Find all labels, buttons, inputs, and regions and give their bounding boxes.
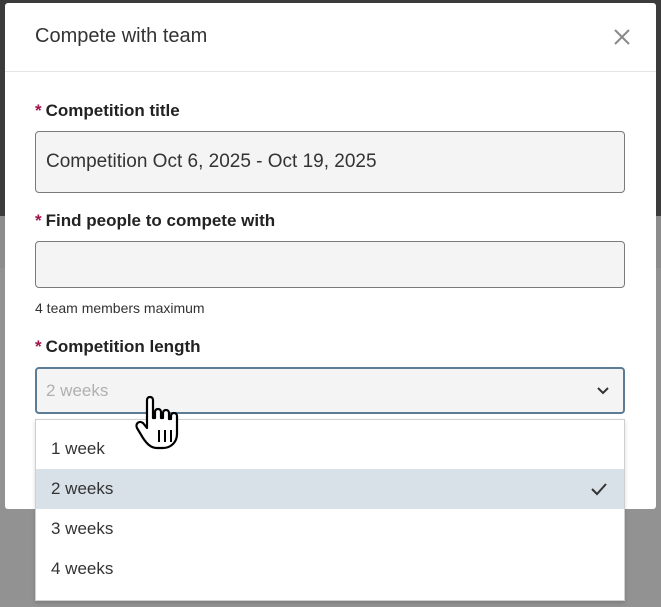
competition-length-select[interactable]: 2 weeks xyxy=(35,367,625,414)
select-placeholder: 2 weeks xyxy=(46,380,109,400)
team-members-helper: 4 team members maximum xyxy=(35,300,205,316)
competition-title-label-text: Competition title xyxy=(45,101,180,120)
competition-title-input[interactable]: Competition Oct 6, 2025 - Oct 19, 2025 xyxy=(35,131,625,193)
hand-cursor-icon xyxy=(135,394,189,457)
find-people-input[interactable] xyxy=(35,241,625,288)
required-marker: * xyxy=(35,337,42,356)
close-icon[interactable] xyxy=(608,23,636,51)
checkmark-icon xyxy=(590,481,608,502)
option-3-weeks[interactable]: 3 weeks xyxy=(36,509,624,549)
modal-title: Compete with team xyxy=(35,25,208,47)
competition-title-label: * Competition title xyxy=(35,101,180,121)
option-2-weeks[interactable]: 2 weeks xyxy=(36,469,624,509)
competition-length-label-text: Competition length xyxy=(45,337,201,356)
option-label: 2 weeks xyxy=(51,479,114,498)
required-marker: * xyxy=(35,211,42,230)
competition-length-label: * Competition length xyxy=(35,337,201,357)
find-people-label-text: Find people to compete with xyxy=(45,211,276,230)
required-marker: * xyxy=(35,101,42,120)
option-4-weeks[interactable]: 4 weeks xyxy=(36,549,624,589)
option-label: 4 weeks xyxy=(51,559,114,578)
option-label: 3 weeks xyxy=(51,519,114,538)
option-label: 1 week xyxy=(51,439,105,458)
chevron-down-icon xyxy=(595,383,611,404)
find-people-label: * Find people to compete with xyxy=(35,211,275,231)
modal-header: Compete with team xyxy=(5,3,656,72)
competition-length-dropdown: 1 week 2 weeks 3 weeks 4 weeks xyxy=(35,419,625,601)
option-1-week[interactable]: 1 week xyxy=(36,429,624,469)
